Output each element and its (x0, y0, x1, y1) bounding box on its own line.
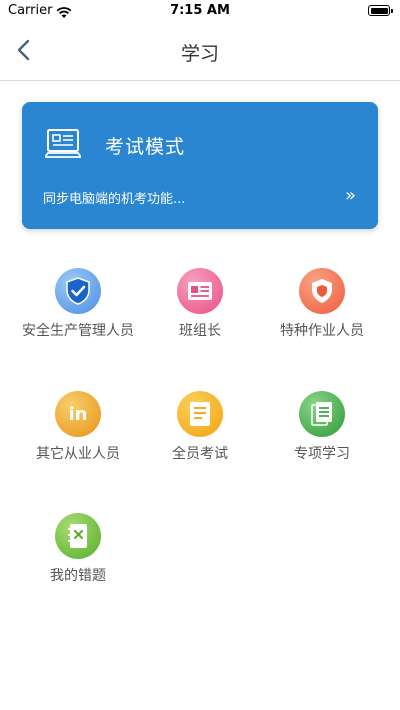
exam-mode-card[interactable]: 考试模式 同步电脑端的机考功能... » (22, 102, 378, 229)
grid-item-safety-management[interactable]: 安全生产管理人员 (13, 268, 143, 358)
computer-icon (43, 128, 83, 164)
id-card-icon (177, 268, 223, 314)
battery-icon (368, 5, 393, 16)
grid-item-label: 我的错题 (50, 568, 106, 584)
shield-icon (299, 268, 345, 314)
double-chevron-right-icon: » (344, 185, 356, 206)
status-bar: Carrier 7:15 AM (0, 0, 400, 22)
exam-mode-subtitle: 同步电脑端的机考功能... (43, 192, 186, 207)
linkedin-icon: in (55, 391, 101, 437)
documents-icon (299, 391, 345, 437)
navigation-bar: 学习 (0, 22, 400, 81)
exam-mode-title: 考试模式 (105, 136, 186, 158)
grid-item-all-staff-exam[interactable]: 全员考试 (135, 391, 265, 481)
grid-item-other-workers[interactable]: in 其它从业人员 (13, 391, 143, 481)
grid-item-special-operations[interactable]: 特种作业人员 (257, 268, 387, 358)
grid-item-my-mistakes[interactable]: 我的错题 (13, 513, 143, 603)
grid-item-special-study[interactable]: 专项学习 (257, 391, 387, 481)
status-time: 7:15 AM (170, 3, 230, 18)
grid-item-label: 特种作业人员 (280, 323, 364, 339)
notebook-icon (55, 513, 101, 559)
grid-item-label: 专项学习 (294, 446, 350, 462)
shield-check-icon (55, 268, 101, 314)
page-title: 学习 (180, 43, 219, 65)
grid-item-team-leader[interactable]: 班组长 (135, 268, 265, 358)
checklist-icon (177, 391, 223, 437)
